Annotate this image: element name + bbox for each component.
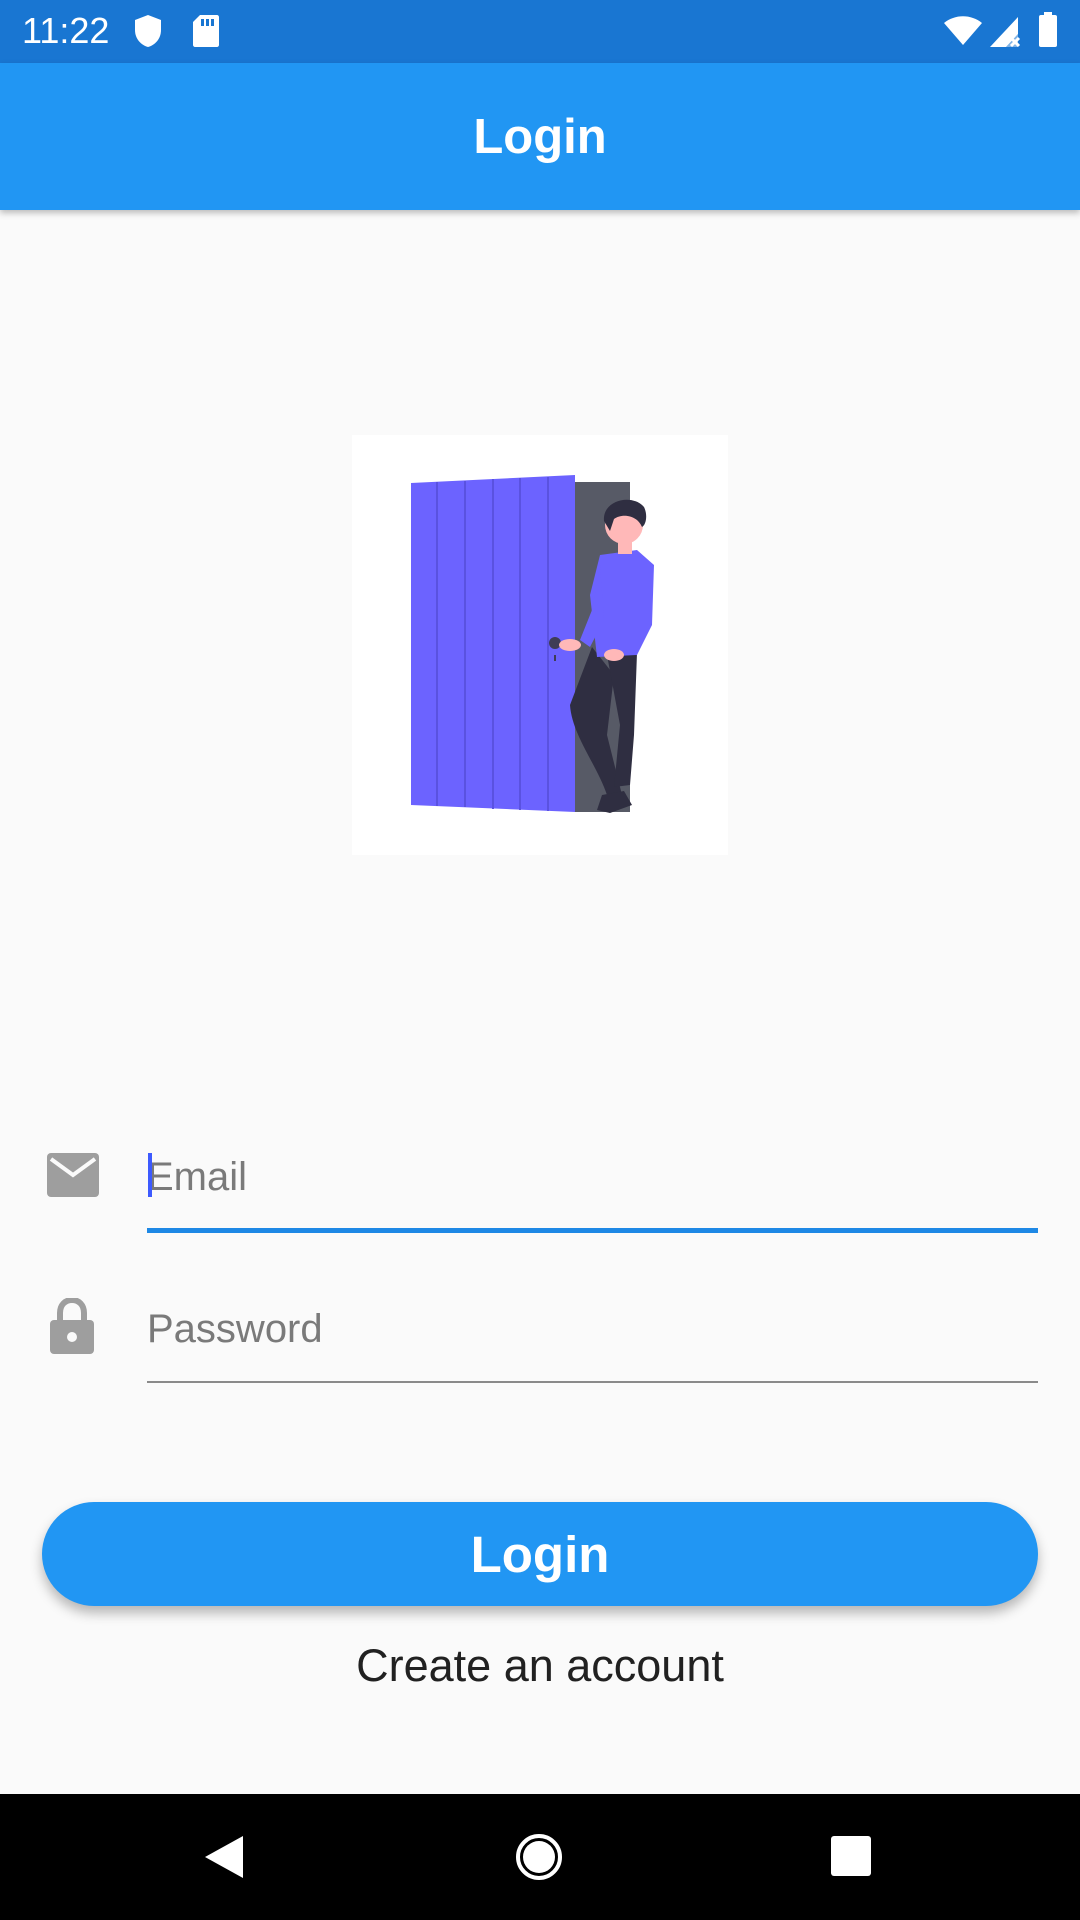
wifi-icon [944,16,982,45]
home-icon[interactable] [514,1832,564,1882]
person-at-door-illustration [411,475,654,813]
email-input[interactable] [147,1142,1038,1212]
battery-icon [1039,12,1057,47]
password-field[interactable] [147,1294,1038,1384]
page-title: Login [473,109,607,164]
lock-icon [50,1298,94,1354]
cell-signal-icon [990,17,1021,48]
status-bar: 11:22 [0,0,1080,63]
password-input[interactable] [147,1294,1038,1364]
email-icon [47,1153,99,1197]
recents-icon[interactable] [830,1835,872,1877]
email-field[interactable] [147,1142,1038,1234]
app-bar: Login [0,63,1080,210]
login-button[interactable]: Login [42,1502,1038,1606]
password-underline [147,1381,1038,1383]
back-icon[interactable] [203,1834,245,1880]
shield-icon [135,15,161,47]
status-time: 11:22 [22,10,110,51]
email-underline-focused [147,1228,1038,1233]
sd-card-icon [193,15,219,47]
text-cursor [148,1153,152,1197]
navigation-bar [0,1794,1080,1920]
login-illustration [352,435,728,855]
create-account-link[interactable]: Create an account [0,1640,1080,1692]
